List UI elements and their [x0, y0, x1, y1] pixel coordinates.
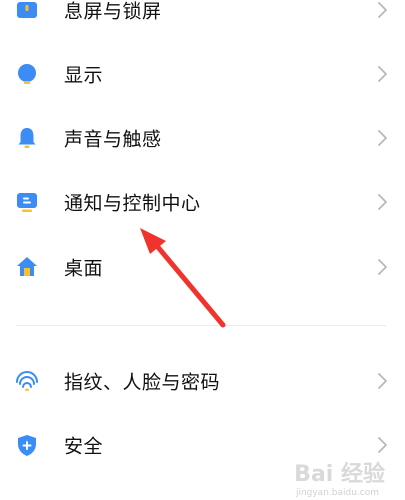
fingerprint-icon: [14, 368, 40, 394]
notification-icon: [14, 189, 40, 215]
bell-icon: [14, 125, 40, 151]
settings-item-display[interactable]: 显示: [0, 44, 405, 104]
section-divider: [16, 325, 386, 326]
settings-item-label: 桌面: [64, 257, 104, 280]
watermark-logo: Bai 经验: [294, 462, 385, 487]
settings-item-notifications[interactable]: 通知与控制中心: [0, 172, 405, 232]
home-icon: [14, 254, 40, 280]
lock-screen-icon: [14, 0, 40, 23]
settings-item-lock-screen[interactable]: 息屏与锁屏: [0, 0, 405, 40]
settings-item-fingerprint[interactable]: 指纹、人脸与密码: [0, 351, 405, 411]
settings-item-label: 声音与触感: [64, 128, 162, 151]
chevron-right-icon: [377, 258, 389, 276]
watermark-url: jingyan.baidu.com: [295, 488, 379, 498]
chevron-right-icon: [377, 193, 389, 211]
settings-item-label: 安全: [64, 435, 104, 458]
shield-icon: [14, 432, 40, 458]
settings-item-label: 息屏与锁屏: [64, 0, 162, 23]
settings-item-sound[interactable]: 声音与触感: [0, 108, 405, 168]
settings-item-label: 指纹、人脸与密码: [64, 371, 221, 394]
chevron-right-icon: [377, 129, 389, 147]
chevron-right-icon: [377, 436, 389, 454]
display-icon: [14, 61, 40, 87]
chevron-right-icon: [377, 1, 389, 19]
settings-item-label: 显示: [64, 64, 104, 87]
settings-item-label: 通知与控制中心: [64, 192, 201, 215]
settings-item-desktop[interactable]: 桌面: [0, 237, 405, 297]
chevron-right-icon: [377, 65, 389, 83]
chevron-right-icon: [377, 372, 389, 390]
settings-list: 息屏与锁屏 显示 声音与触感 通知与控制中心 桌面 指纹、人脸与密码 安全: [0, 0, 405, 500]
